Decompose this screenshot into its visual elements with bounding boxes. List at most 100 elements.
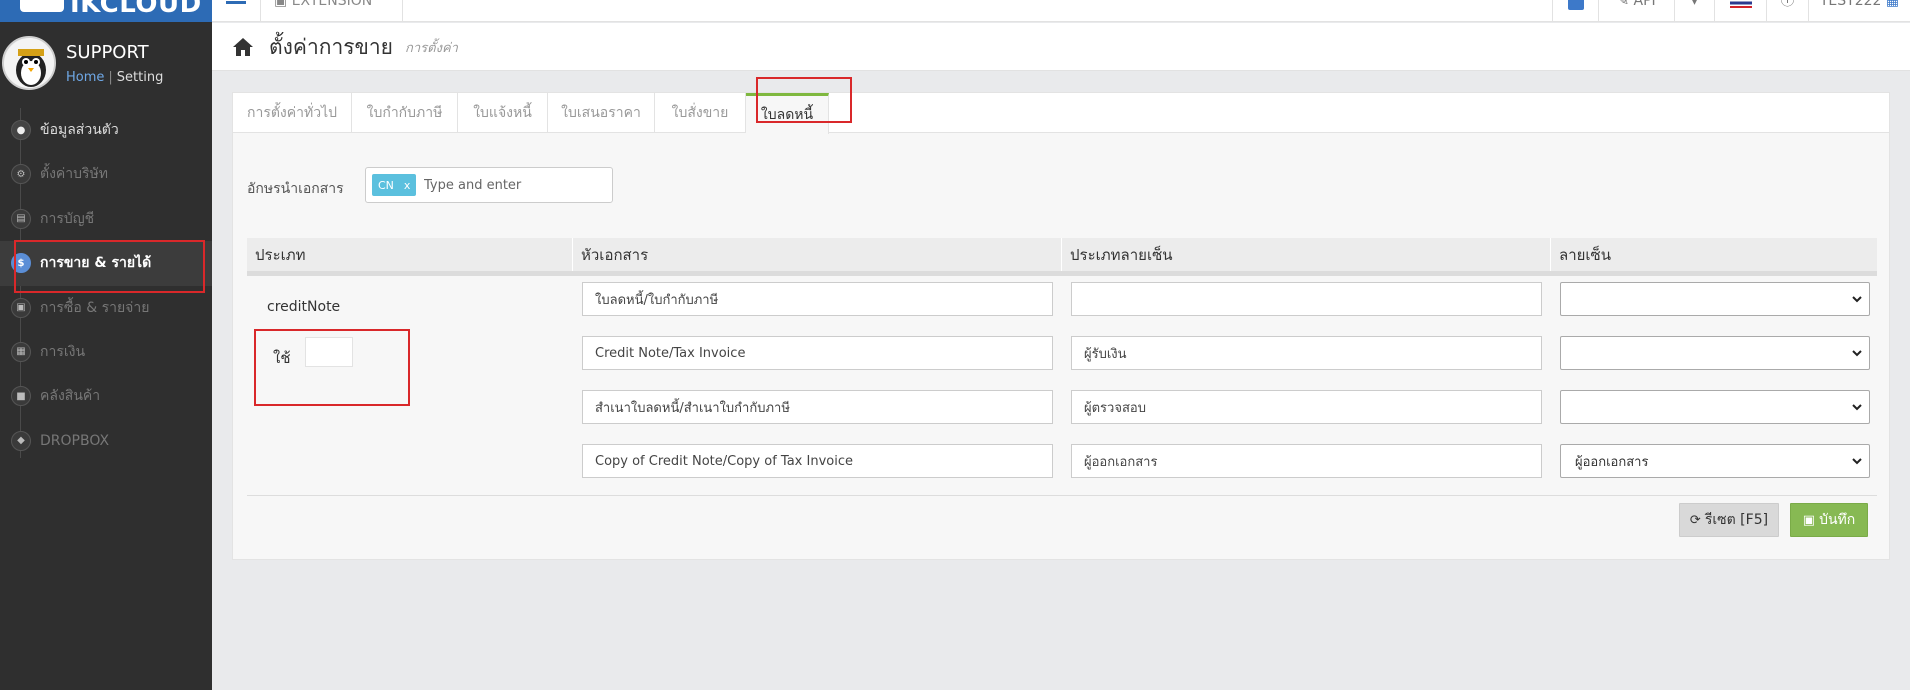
- document-type-name: creditNote: [267, 299, 341, 315]
- chevron-down-icon: [1852, 296, 1862, 303]
- topbar-divider: [260, 0, 261, 22]
- sidebar-item-label: การเงิน: [40, 343, 86, 360]
- highlight-box-use-toggle: [254, 329, 410, 406]
- topbar-divider: [402, 0, 403, 22]
- page-title: ตั้งค่าการขาย: [269, 35, 393, 59]
- extension-menu[interactable]: ▣ EXTENSION: [274, 0, 372, 8]
- chevron-down-icon: ▾: [1690, 0, 1699, 9]
- cart-icon: ▣: [11, 297, 31, 318]
- puzzle-icon: ▣: [274, 0, 292, 9]
- column-header-signature: ลายเซ็น: [1559, 245, 1611, 264]
- thai-flag-icon: [1729, 0, 1752, 8]
- reset-button[interactable]: ⟳ รีเซต [F5]: [1679, 503, 1779, 537]
- tab-label: ใบแจ้งหนี้: [473, 105, 532, 121]
- setting-link[interactable]: Setting: [117, 70, 164, 85]
- title-input-row-4[interactable]: Copy of Credit Note/Copy of Tax Invoice: [582, 444, 1053, 478]
- topbar-right: ✎ API ▾ ⓘ TEST222 ▦: [1552, 0, 1910, 22]
- save-button[interactable]: ▣ บันทึก: [1790, 503, 1868, 537]
- page-header: ตั้งค่าการขาย การตั้งค่า: [212, 23, 1910, 71]
- sidebar-item-label: ตั้งค่าบริษัท: [40, 166, 109, 183]
- sidebar-item-label: คลังสินค้า: [40, 388, 101, 405]
- wrench-icon: ✎: [1617, 0, 1634, 9]
- column-header-type: ประเภท: [247, 238, 573, 271]
- sign-type-input-row-1[interactable]: [1071, 282, 1542, 316]
- select-value: ผู้ออกเอกสาร: [1575, 454, 1649, 470]
- user-icon: ●: [11, 120, 31, 140]
- sidebar-item-finance[interactable]: ▦ การเงิน: [0, 330, 212, 374]
- prefix-tags-input[interactable]: CN x: [365, 167, 613, 203]
- building-icon: ▦: [1881, 0, 1900, 9]
- user-menu[interactable]: TEST222 ▦: [1808, 0, 1910, 22]
- help-button[interactable]: ⓘ: [1766, 0, 1808, 22]
- api-label: API: [1633, 0, 1656, 9]
- info-icon: ⓘ: [1780, 0, 1795, 9]
- sign-type-input-row-3[interactable]: ผู้ตรวจสอบ: [1071, 390, 1542, 424]
- facebook-button[interactable]: [1552, 0, 1598, 22]
- tab-tax-invoice[interactable]: ใบกำกับภาษี: [352, 93, 458, 133]
- prefix-tag: CN x: [372, 174, 417, 196]
- sidebar: IKCLOUD SUPPORT Home | Setting ● ข้อมูลส่ว…: [0, 0, 212, 690]
- sidebar-item-accounting[interactable]: ▤ การบัญชี: [0, 197, 212, 241]
- chevron-down-icon: [1852, 350, 1862, 357]
- sidebar-item-company-settings[interactable]: ⚙ ตั้งค่าบริษัท: [0, 152, 212, 196]
- tab-general-settings[interactable]: การตั้งค่าทั่วไป: [233, 93, 352, 133]
- signature-select-row-3[interactable]: [1560, 390, 1870, 424]
- language-selector[interactable]: [1714, 0, 1766, 22]
- home-icon[interactable]: [232, 37, 254, 57]
- gear-icon: ⚙: [11, 164, 31, 185]
- prefix-label: อักษรนำเอกสาร: [247, 181, 344, 197]
- dropbox-icon: ◆: [11, 430, 31, 451]
- page-subtitle: การตั้งค่า: [405, 41, 458, 56]
- user-profile: SUPPORT Home | Setting: [0, 30, 212, 100]
- sign-type-input-row-2[interactable]: ผู้รับเงิน: [1071, 336, 1542, 370]
- sidebar-item-dropbox[interactable]: ◆ DROPBOX: [0, 419, 212, 463]
- sidebar-item-profile[interactable]: ● ข้อมูลส่วนตัว: [0, 108, 212, 152]
- signature-select-row-1[interactable]: [1560, 282, 1870, 316]
- hamburger-menu-icon[interactable]: [226, 0, 250, 22]
- tab-label: ใบเสนอราคา: [561, 105, 641, 121]
- tab-quotation[interactable]: ใบเสนอราคา: [548, 93, 655, 133]
- tab-label: ใบกำกับภาษี: [366, 105, 443, 121]
- refresh-icon: ⟳: [1689, 512, 1701, 528]
- tab-label: ใบสั่งขาย: [671, 105, 729, 121]
- sign-type-input-row-4[interactable]: ผู้ออกเอกสาร: [1071, 444, 1542, 478]
- highlight-box-sales-menu: [14, 240, 205, 293]
- highlight-box-credit-note-tab: [756, 77, 852, 123]
- sidebar-item-label: การบัญชี: [40, 210, 95, 227]
- logo-text: IKCLOUD: [70, 0, 202, 19]
- extension-label: EXTENSION: [291, 0, 373, 9]
- sidebar-item-inventory[interactable]: ■ คลังสินค้า: [0, 374, 212, 418]
- prefix-text-input[interactable]: [424, 176, 604, 194]
- chevron-down-icon: [1852, 404, 1862, 411]
- top-navbar: ▣ EXTENSION ✎ API ▾ ⓘ TEST222 ▦: [212, 0, 1910, 22]
- reset-label: รีเซต [F5]: [1704, 512, 1769, 528]
- title-input-row-1[interactable]: ใบลดหนี้/ใบกำกับภาษี: [582, 282, 1053, 316]
- tab-invoice[interactable]: ใบแจ้งหนี้: [458, 93, 548, 133]
- document-settings-table: ประเภท หัวเอกสาร ประเภทลายเซ็น ลายเซ็น c…: [247, 238, 1877, 496]
- title-input-row-3[interactable]: สำเนาใบลดหนี้/สำเนาใบกำกับภาษี: [582, 390, 1053, 424]
- table-header: ประเภท หัวเอกสาร ประเภทลายเซ็น ลายเซ็น: [247, 238, 1877, 276]
- profile-name: SUPPORT: [66, 42, 149, 63]
- calendar-icon: ▦: [11, 341, 31, 362]
- api-button[interactable]: ✎ API: [1598, 0, 1674, 22]
- breadcrumb-separator: |: [108, 70, 113, 85]
- sidebar-item-label: DROPBOX: [40, 432, 110, 449]
- tab-label: การตั้งค่าทั่วไป: [246, 105, 338, 121]
- settings-panel: การตั้งค่าทั่วไป ใบกำกับภาษี ใบแจ้งหนี้ …: [232, 92, 1890, 560]
- username: TEST222: [1819, 0, 1882, 9]
- title-input-row-2[interactable]: Credit Note/Tax Invoice: [582, 336, 1053, 370]
- profile-breadcrumb: Home | Setting: [66, 70, 163, 86]
- signature-select-row-4[interactable]: ผู้ออกเอกสาร: [1560, 444, 1870, 478]
- dropdown-toggle[interactable]: ▾: [1674, 0, 1714, 22]
- column-header-title: หัวเอกสาร: [573, 238, 1062, 271]
- tab-sales-order[interactable]: ใบสั่งขาย: [655, 93, 746, 133]
- home-link[interactable]: Home: [66, 70, 104, 85]
- avatar[interactable]: [2, 36, 56, 90]
- brand-logo[interactable]: IKCLOUD: [0, 0, 212, 22]
- avatar-image: [4, 38, 54, 88]
- signature-select-row-2[interactable]: [1560, 336, 1870, 370]
- floppy-icon: ▣: [1802, 512, 1816, 528]
- column-header-signature-type: ประเภทลายเซ็น: [1062, 238, 1551, 271]
- tag-remove-button[interactable]: x: [404, 179, 411, 192]
- sidebar-item-label: การซื้อ & รายจ่าย: [40, 299, 150, 316]
